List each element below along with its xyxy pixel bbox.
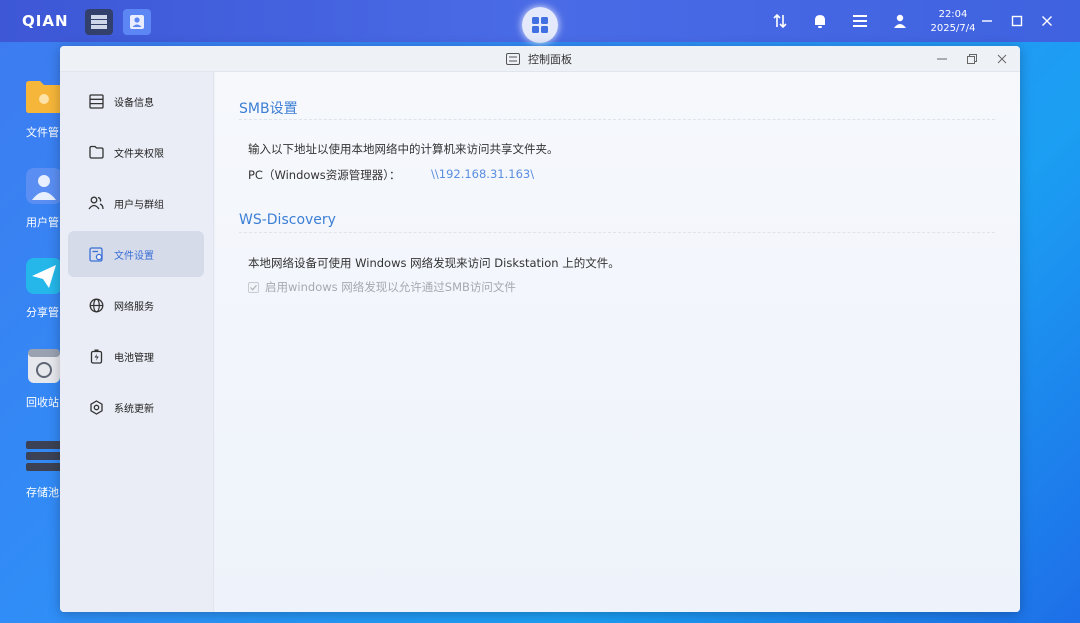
window-title-group: 控制面板 xyxy=(506,51,572,67)
user-app-button[interactable] xyxy=(123,9,151,35)
minimize-all-button[interactable] xyxy=(978,12,996,30)
user-icon xyxy=(894,14,906,28)
settings-button[interactable] xyxy=(850,11,870,31)
clock-time: 22:04 xyxy=(938,9,968,20)
recycle-icon xyxy=(28,349,60,383)
window-restore-button[interactable] xyxy=(963,50,981,68)
sidebar-item-system-update[interactable]: 系统更新 xyxy=(68,384,204,430)
sidebar-item-folder-permissions[interactable]: 文件夹权限 xyxy=(68,129,204,175)
file-settings-icon xyxy=(88,246,104,262)
ws-discovery-checkbox-row[interactable]: 启用windows 网络发现以允许通过SMB访问文件 xyxy=(248,279,516,295)
ws-discovery-section-title: WS-Discovery xyxy=(239,212,336,228)
ws-discovery-checkbox[interactable] xyxy=(248,281,259,293)
server-icon xyxy=(88,93,104,109)
users-icon xyxy=(88,195,104,211)
clock-date: 2025/7/4 xyxy=(930,23,976,34)
send-icon xyxy=(26,258,62,294)
divider xyxy=(239,232,995,233)
storage-icon xyxy=(26,441,62,471)
divider xyxy=(239,119,995,120)
storage-app-button[interactable] xyxy=(85,9,113,35)
transfer-button[interactable] xyxy=(770,11,790,31)
sidebar-item-device-info[interactable]: 设备信息 xyxy=(68,78,204,124)
start-menu-button[interactable] xyxy=(522,7,558,43)
sidebar-item-label: 电池管理 xyxy=(114,352,154,364)
server-icon xyxy=(91,15,107,29)
sidebar-item-label: 文件夹权限 xyxy=(114,148,164,160)
bell-icon xyxy=(815,15,825,28)
battery-icon xyxy=(88,348,104,364)
window-title: 控制面板 xyxy=(528,53,572,66)
sidebar-item-label: 网络服务 xyxy=(114,301,154,313)
close-icon xyxy=(997,54,1007,64)
desktop-icon-label: 存储池 xyxy=(26,486,59,499)
clock: 22:04 2025/7/4 xyxy=(928,8,978,36)
close-icon xyxy=(1042,16,1052,26)
sidebar-item-label: 系统更新 xyxy=(114,403,154,415)
window-close-button[interactable] xyxy=(993,50,1011,68)
sidebar-item-label: 用户与群组 xyxy=(114,199,164,211)
brand-logo: QIAN xyxy=(22,12,69,30)
desktop-icon-label: 文件管 xyxy=(26,126,59,139)
desktop-icon-label: 用户管 xyxy=(26,216,59,229)
notification-button[interactable] xyxy=(810,11,830,31)
sidebar: 设备信息 文件夹权限 用户与群组 文件设置 网络服务 电池管理 系统更新 xyxy=(60,72,214,612)
grid-icon xyxy=(532,17,548,33)
control-panel-window: 控制面板 设备信息 文件夹权限 用户与群组 文件设置 网络服务 电池管理 系统更… xyxy=(60,46,1020,612)
window-titlebar[interactable]: 控制面板 xyxy=(60,46,1020,72)
globe-icon xyxy=(88,297,104,313)
smb-section-title: SMB设置 xyxy=(239,101,298,117)
smb-pc-label: PC（Windows资源管理器）： xyxy=(248,168,401,182)
maximize-icon xyxy=(1011,15,1023,27)
folder-icon xyxy=(26,81,62,113)
control-panel-icon xyxy=(506,53,520,65)
checkmark-icon xyxy=(250,284,257,291)
user-icon xyxy=(130,15,144,29)
folder-icon xyxy=(88,144,104,160)
account-button[interactable] xyxy=(890,11,910,31)
sidebar-item-file-settings[interactable]: 文件设置 xyxy=(68,231,204,277)
desktop-icon-label: 回收站 xyxy=(26,396,59,409)
user-icon xyxy=(26,168,62,204)
sidebar-item-network-services[interactable]: 网络服务 xyxy=(68,282,204,328)
sidebar-item-label: 文件设置 xyxy=(114,250,154,262)
window-minimize-button[interactable] xyxy=(933,50,951,68)
list-settings-icon xyxy=(853,15,867,27)
minimize-icon xyxy=(982,20,992,22)
sidebar-item-users-groups[interactable]: 用户与群组 xyxy=(68,180,204,226)
file-settings-panel: SMB设置 输入以下地址以使用本地网络中的计算机来访问共享文件夹。 PC（Win… xyxy=(215,72,1020,612)
taskbar: QIAN 22:04 2025/7/4 xyxy=(0,0,1080,43)
ws-discovery-checkbox-label: 启用windows 网络发现以允许通过SMB访问文件 xyxy=(265,280,516,294)
restore-icon xyxy=(967,54,977,64)
maximize-all-button[interactable] xyxy=(1008,12,1026,30)
sort-arrows-icon xyxy=(773,13,787,29)
smb-address-link[interactable]: \\192.168.31.163\ xyxy=(431,167,534,181)
ws-discovery-description: 本地网络设备可使用 Windows 网络发现来访问 Diskstation 上的… xyxy=(248,256,620,270)
update-icon xyxy=(88,399,104,415)
desktop-icon-label: 分享管 xyxy=(26,306,59,319)
minimize-icon xyxy=(937,58,947,60)
smb-description: 输入以下地址以使用本地网络中的计算机来访问共享文件夹。 xyxy=(248,142,559,156)
sidebar-item-battery[interactable]: 电池管理 xyxy=(68,333,204,379)
close-desktop-button[interactable] xyxy=(1038,12,1056,30)
sidebar-item-label: 设备信息 xyxy=(114,97,154,109)
